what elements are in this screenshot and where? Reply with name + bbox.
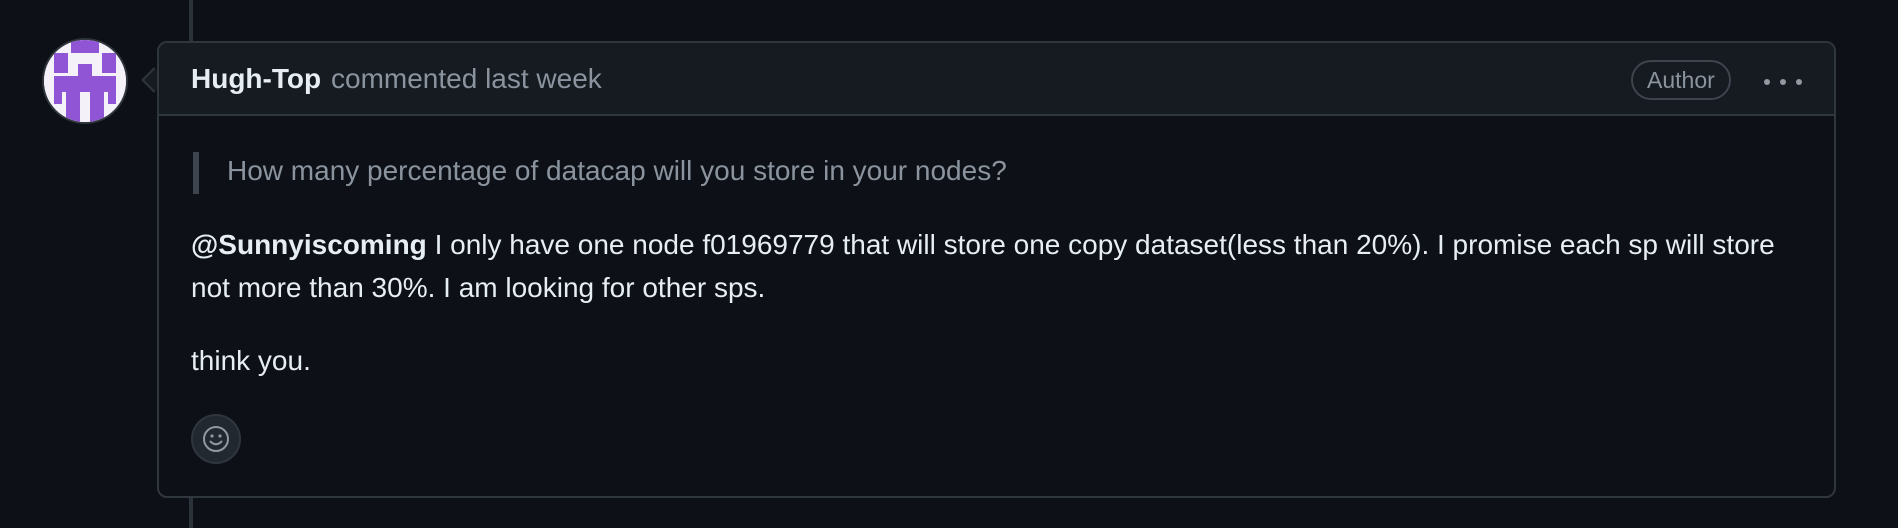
author-badge: Author [1631,60,1731,100]
comment-body-paragraph-2: think you. [191,345,311,376]
timeline: Hugh-Top commented last week Author How … [0,0,1898,528]
add-reaction-button[interactable] [191,414,241,464]
comment-body-text: I only have one node f01969779 that will… [191,229,1775,303]
blockquote-text: How many percentage of datacap will you … [227,155,1007,186]
avatar[interactable] [44,40,126,122]
comment-card: Hugh-Top commented last week Author How … [157,41,1836,498]
blockquote-bar [193,152,199,194]
comment-body-paragraph: @Sunnyiscoming I only have one node f019… [191,223,1801,309]
comment-timestamp[interactable]: commented last week [331,63,602,95]
smiley-icon [203,426,229,452]
kebab-horizontal-icon[interactable] [1761,67,1805,97]
identicon-icon [44,40,126,122]
comment-header: Hugh-Top commented last week Author [159,43,1834,116]
user-mention-link[interactable]: @Sunnyiscoming [191,229,427,260]
comment-author[interactable]: Hugh-Top [191,63,321,95]
